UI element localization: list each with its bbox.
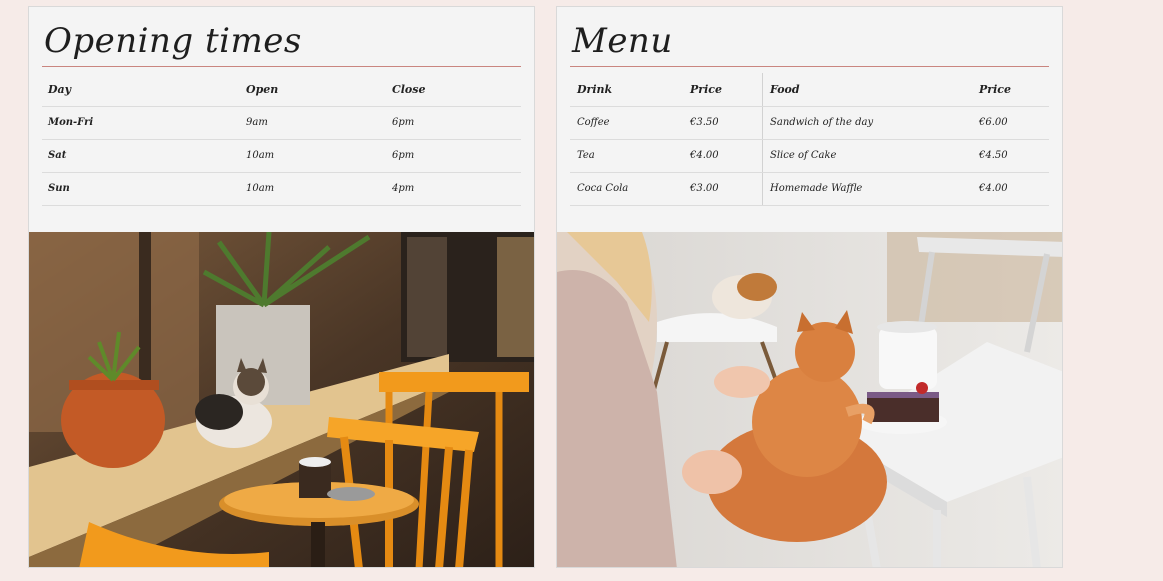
food-cell: Slice of Cake <box>770 150 837 161</box>
header-open: Open <box>246 83 279 96</box>
header-close: Close <box>392 83 426 96</box>
cafe-window-cat-photo <box>29 232 534 567</box>
table-row: Tea €4.00 Slice of Cake €4.50 <box>570 139 1049 173</box>
day-cell: Sun <box>48 183 70 194</box>
food-price-cell: €4.50 <box>979 150 1008 161</box>
day-cell: Sat <box>48 150 67 161</box>
drink-price-cell: €4.00 <box>690 150 719 161</box>
open-cell: 10am <box>246 183 275 194</box>
table-row: Sat 10am 6pm <box>42 139 521 173</box>
opening-times-title: Opening times <box>44 21 302 61</box>
menu-card: Menu Drink Price Food Price Coffee €3.50… <box>556 6 1063 568</box>
drink-cell: Coca Cola <box>577 183 629 194</box>
drink-cell: Coffee <box>577 117 610 128</box>
opening-times-header-row: Day Open Close <box>42 73 521 107</box>
menu-header-row: Drink Price Food Price <box>570 73 1049 107</box>
table-row: Coca Cola €3.00 Homemade Waffle €4.00 <box>570 172 1049 206</box>
table-row: Sun 10am 4pm <box>42 172 521 206</box>
title-divider <box>570 66 1049 67</box>
table-row: Coffee €3.50 Sandwich of the day €6.00 <box>570 106 1049 140</box>
header-food: Food <box>770 83 800 96</box>
close-cell: 6pm <box>392 150 415 161</box>
close-cell: 4pm <box>392 183 415 194</box>
header-day: Day <box>48 83 72 96</box>
drink-price-cell: €3.50 <box>690 117 719 128</box>
drink-cell: Tea <box>577 150 595 161</box>
menu-title: Menu <box>572 21 673 61</box>
food-cell: Sandwich of the day <box>770 117 874 128</box>
open-cell: 9am <box>246 117 268 128</box>
opening-times-card: Opening times Day Open Close Mon-Fri 9am… <box>28 6 535 568</box>
food-cell: Homemade Waffle <box>770 183 863 194</box>
title-divider <box>42 66 521 67</box>
header-food-price: Price <box>979 83 1011 96</box>
woman-with-cat-photo <box>557 232 1062 567</box>
header-drink-price: Price <box>690 83 722 96</box>
close-cell: 6pm <box>392 117 415 128</box>
header-drink: Drink <box>577 83 613 96</box>
table-row: Mon-Fri 9am 6pm <box>42 106 521 140</box>
day-cell: Mon-Fri <box>48 117 94 128</box>
food-price-cell: €6.00 <box>979 117 1008 128</box>
open-cell: 10am <box>246 150 275 161</box>
food-price-cell: €4.00 <box>979 183 1008 194</box>
drink-price-cell: €3.00 <box>690 183 719 194</box>
